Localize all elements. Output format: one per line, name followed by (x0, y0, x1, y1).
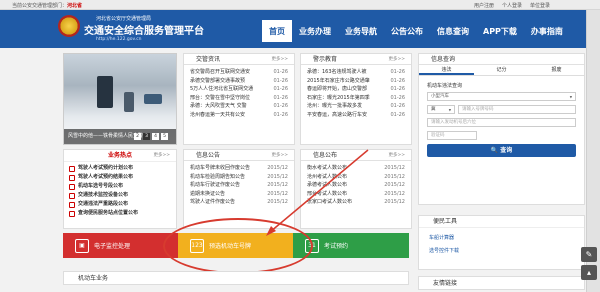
tools-header: 便民工具 (419, 216, 584, 228)
edit-icon[interactable]: ✎ (581, 247, 597, 262)
back-to-top-icon[interactable]: ▴ (581, 265, 597, 280)
vehicle-business-section[interactable]: 机动车业务 (63, 271, 409, 285)
tool-item[interactable]: 车船计算器 (419, 234, 584, 241)
tool-item[interactable]: 选号控件下载 (419, 247, 584, 254)
links-section[interactable]: 友情链接 (418, 276, 585, 290)
tools-panel: 便民工具 车船计算器 选号控件下载 (418, 215, 585, 270)
